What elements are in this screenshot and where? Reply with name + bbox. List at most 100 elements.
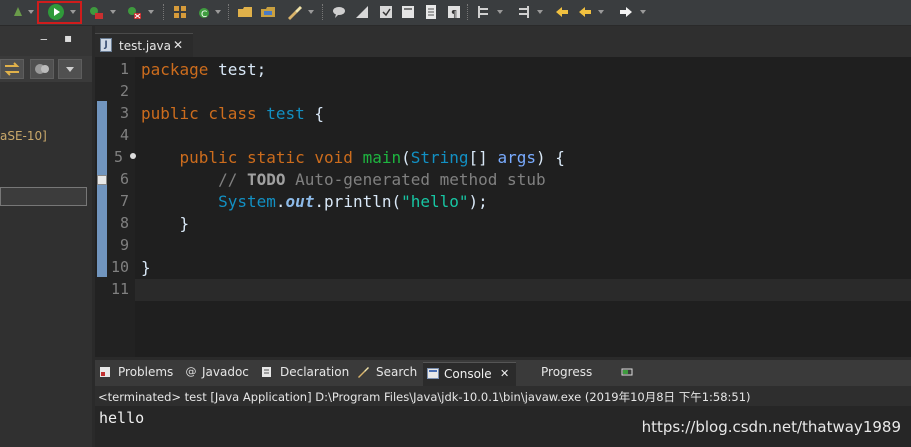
svg-text:C: C xyxy=(201,10,207,20)
new-class-dropdown-icon[interactable] xyxy=(215,10,221,14)
line-number: 3 xyxy=(119,104,129,122)
fold-icon[interactable] xyxy=(130,153,136,159)
type-name: System xyxy=(218,192,276,211)
code-editor[interactable]: 1 2 3 4 5 6 7 8 9 10 11 package test; pu… xyxy=(95,57,911,357)
code-line-10: } xyxy=(141,258,151,277)
open-task-icon[interactable] xyxy=(260,4,276,20)
tab-problems[interactable]: Problems xyxy=(118,365,173,379)
line-number: 7 xyxy=(119,192,129,210)
line-number: 5 xyxy=(113,148,123,166)
search-torch-icon[interactable] xyxy=(286,4,302,20)
code-text: ); xyxy=(468,192,488,211)
code-line-8: } xyxy=(141,214,190,233)
tab-javadoc[interactable]: Javadoc xyxy=(202,365,249,379)
tab-test-java[interactable]: J test.java ✕ xyxy=(95,33,193,58)
view-menu-button[interactable] xyxy=(58,59,82,79)
keyword: package xyxy=(141,60,209,79)
problems-icon xyxy=(99,366,111,378)
keyword: public class xyxy=(141,104,257,123)
line-number: 1 xyxy=(119,60,129,78)
code-line-5: public static void main(String[] args) { xyxy=(141,148,565,167)
java-file-icon: J xyxy=(100,38,112,52)
annotation-icon[interactable] xyxy=(331,4,347,20)
maximize-button[interactable]: ▪ xyxy=(64,31,72,45)
prev-annotation-dropdown-icon[interactable] xyxy=(537,10,543,14)
code-line-7: System.out.println("hello"); xyxy=(141,192,488,211)
coverage-dropdown-icon[interactable] xyxy=(110,10,116,14)
type-name: String xyxy=(410,148,469,167)
console-output: hello xyxy=(99,409,145,427)
last-edit-location-icon[interactable] xyxy=(554,4,570,20)
editor-tabbar xyxy=(95,26,911,57)
code-text: { xyxy=(304,104,325,123)
code-line-1: package test; xyxy=(141,60,266,79)
new-package-icon[interactable] xyxy=(172,4,188,20)
tab-console[interactable]: Console ✕ xyxy=(423,362,516,387)
watermark: https://blog.csdn.net/thatway1989 xyxy=(641,418,901,436)
field-name: out xyxy=(285,192,315,211)
document-icon[interactable] xyxy=(423,4,439,20)
search-dropdown-icon[interactable] xyxy=(308,10,314,14)
javadoc-icon: @ xyxy=(185,365,197,378)
external-tools-dropdown-icon[interactable] xyxy=(148,10,154,14)
next-annotation-icon[interactable] xyxy=(476,4,492,20)
open-type-icon[interactable] xyxy=(237,4,253,20)
keyword: public static void xyxy=(141,148,353,167)
class-name: test xyxy=(266,104,305,123)
forward-icon[interactable] xyxy=(618,4,634,20)
selected-tree-row[interactable] xyxy=(0,187,87,206)
param-name: args xyxy=(497,148,536,167)
comment: Auto-generated method stub xyxy=(285,170,546,189)
minimize-button[interactable]: ‒ xyxy=(40,32,48,46)
close-icon[interactable]: ✕ xyxy=(173,38,183,52)
jre-library-label[interactable]: aSE-10] xyxy=(0,129,47,143)
code-text: ( xyxy=(401,148,411,167)
coverage-icon[interactable] xyxy=(88,4,104,20)
debug-dropdown-icon[interactable] xyxy=(28,10,34,14)
back-icon[interactable] xyxy=(577,4,593,20)
new-class-icon[interactable]: C xyxy=(196,4,212,20)
highlight-icon[interactable] xyxy=(354,4,370,20)
comment: // xyxy=(141,170,247,189)
external-tools-icon[interactable] xyxy=(126,4,142,20)
toggle-edit-icon[interactable] xyxy=(378,4,394,20)
declaration-icon xyxy=(261,366,273,378)
line-number: 10 xyxy=(110,258,129,276)
panel-header: ‒ ▪ xyxy=(0,26,92,56)
code-text: ) { xyxy=(535,148,565,167)
paste-icon[interactable] xyxy=(400,4,416,20)
prev-annotation-icon[interactable] xyxy=(515,4,531,20)
tab-progress[interactable]: Progress xyxy=(541,365,592,379)
line-number: 6 xyxy=(119,170,129,188)
link-editor-button[interactable] xyxy=(0,59,24,79)
console-status-text: <terminated> test [Java Application] D:\… xyxy=(98,390,751,404)
code-text: . xyxy=(275,192,286,211)
show-whitespace-icon[interactable]: ¶ xyxy=(446,4,462,20)
method-call: println( xyxy=(324,192,402,211)
code-line-3: public class test { xyxy=(141,104,324,123)
run-icon[interactable] xyxy=(48,4,64,20)
debug-icon[interactable] xyxy=(10,4,26,20)
tab-label: test.java xyxy=(119,39,172,53)
tab-declaration[interactable]: Declaration xyxy=(280,365,349,379)
line-number: 11 xyxy=(110,280,129,298)
console-status-bar: <terminated> test [Java Application] D:\… xyxy=(95,386,911,407)
back-dropdown-icon[interactable] xyxy=(598,10,604,14)
close-icon[interactable]: ✕ xyxy=(500,367,509,380)
line-number: 9 xyxy=(119,236,129,254)
next-annotation-dropdown-icon[interactable] xyxy=(497,10,503,14)
svg-text:¶: ¶ xyxy=(451,9,457,20)
progress-icon xyxy=(621,366,633,378)
line-number: 2 xyxy=(119,82,129,100)
code-text: . xyxy=(314,192,325,211)
run-dropdown-icon[interactable] xyxy=(70,10,76,14)
tab-search[interactable]: Search xyxy=(376,365,417,379)
toolbar-separator xyxy=(467,4,469,20)
forward-dropdown-icon[interactable] xyxy=(640,10,646,14)
current-line-highlight xyxy=(135,279,911,301)
todo-tag: TODO xyxy=(246,170,286,189)
main-toolbar: C ¶ xyxy=(0,0,911,26)
console-icon xyxy=(427,368,439,379)
focus-task-button[interactable] xyxy=(30,59,54,79)
